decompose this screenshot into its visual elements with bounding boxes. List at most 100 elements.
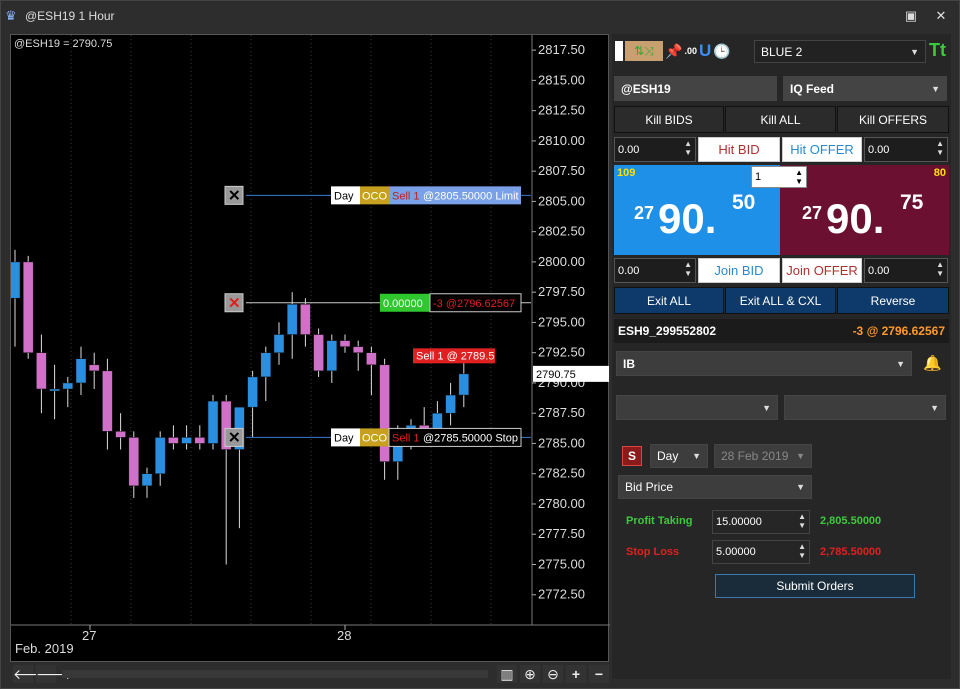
horizontal-scrollbar[interactable] bbox=[62, 670, 488, 678]
unit-icon[interactable]: U bbox=[699, 41, 711, 61]
candle-body bbox=[49, 388, 60, 392]
app-window: ♛ @ESH19 1 Hour ▣ ✕ 2817.50 2815.00 2812.5… bbox=[0, 0, 960, 689]
submit-orders-button[interactable]: Submit Orders bbox=[715, 574, 915, 598]
broker-value: IB bbox=[623, 356, 635, 371]
color-swatch-icon[interactable] bbox=[615, 41, 623, 61]
profit-taking-label: Profit Taking bbox=[626, 515, 693, 527]
maximize-button[interactable]: ▣ bbox=[901, 7, 921, 25]
limit-order-tif: Day bbox=[334, 190, 354, 202]
feed-value: IQ Feed bbox=[790, 81, 835, 96]
decimal-icon[interactable]: .00 bbox=[684, 46, 697, 56]
buy-sell-arrows-icon[interactable]: ⇅⤨ bbox=[625, 41, 663, 61]
chart-navigation-bar: 🡐 🡒 ▥ ⊕ ⊖ + − bbox=[10, 663, 609, 685]
price-tick-label: 2785.00 bbox=[538, 435, 585, 450]
s-button[interactable]: S bbox=[622, 446, 642, 466]
stepper-arrows-icon[interactable]: ▲ ▼ bbox=[936, 260, 944, 278]
profit-taking-value: 15.00000 bbox=[716, 516, 762, 528]
stepper-arrows-icon[interactable]: ▲ ▼ bbox=[684, 260, 692, 278]
stepper-arrows-icon[interactable]: ▲ ▼ bbox=[798, 542, 806, 560]
candle-body bbox=[379, 364, 390, 462]
color-scheme-value: BLUE 2 bbox=[761, 44, 803, 59]
join-offer-button[interactable]: Join OFFER bbox=[782, 258, 862, 283]
price-tick-label: 2812.50 bbox=[538, 103, 585, 118]
join-bid-button[interactable]: Join BID bbox=[698, 258, 780, 283]
stepper-arrows-icon[interactable]: ▲ ▼ bbox=[684, 139, 692, 157]
stepper-arrows-icon[interactable]: ▲ ▼ bbox=[798, 512, 806, 530]
kill-offers-button[interactable]: Kill OFFERS bbox=[837, 106, 949, 133]
ask-size: 80 bbox=[933, 167, 946, 179]
bid-price-main: 90. bbox=[658, 195, 717, 242]
stepper-arrows-icon[interactable]: ▲ ▼ bbox=[936, 139, 944, 157]
date-select[interactable]: 28 Feb 2019 ▼ bbox=[714, 444, 812, 468]
ask-price-main: 90. bbox=[826, 195, 885, 242]
price-tick-label: 2810.00 bbox=[538, 133, 585, 148]
clock-icon[interactable]: 🕒 bbox=[713, 43, 730, 60]
price-tick-label: 2772.50 bbox=[538, 587, 585, 602]
exit-all-button[interactable]: Exit ALL bbox=[614, 287, 724, 314]
candle-body bbox=[260, 352, 272, 378]
limit-order-type: OCO bbox=[362, 190, 388, 202]
symbol-input[interactable]: @ESH19 bbox=[614, 76, 777, 101]
hit-offer-button[interactable]: Hit OFFER bbox=[782, 137, 862, 162]
reverse-button[interactable]: Reverse bbox=[837, 287, 949, 314]
position-pnl: 0.00000 bbox=[383, 298, 423, 310]
profit-taking-stepper[interactable]: 15.00000 ▲ ▼ bbox=[712, 510, 810, 534]
join-bid-qty-stepper[interactable]: 0.00 ▲ ▼ bbox=[614, 258, 696, 283]
tif-value: Day bbox=[657, 449, 679, 463]
chevron-down-icon: ▼ bbox=[930, 402, 939, 413]
scroll-left-button[interactable]: 🡐 bbox=[13, 665, 51, 683]
candle-body bbox=[326, 340, 338, 372]
fit-view-icon[interactable]: ▥ bbox=[497, 665, 517, 683]
limit-order-side: Sell 1 bbox=[392, 190, 420, 202]
candle-body bbox=[11, 261, 21, 299]
hit-bid-qty-stepper[interactable]: 0.00 ▲ ▼ bbox=[614, 137, 696, 162]
hit-bid-button[interactable]: Hit BID bbox=[698, 137, 780, 162]
join-offer-qty-stepper[interactable]: 0.00 ▲ ▼ bbox=[864, 258, 948, 283]
text-tool-icon[interactable]: Tt bbox=[929, 40, 946, 61]
chevron-down-icon: ▼ bbox=[692, 451, 701, 461]
price-chart[interactable]: 2817.50 2815.00 2812.50 2810.00 2807.50 2805.… bbox=[10, 34, 610, 663]
zoom-out-icon[interactable]: ⊖ bbox=[543, 665, 563, 683]
ask-price-fraction: 75 bbox=[900, 191, 924, 214]
tif-select[interactable]: Day ▼ bbox=[650, 444, 708, 468]
exit-all-cxl-button[interactable]: Exit ALL & CXL bbox=[725, 287, 836, 314]
price-tick-label: 2792.50 bbox=[538, 345, 585, 360]
strategy-select[interactable]: ▼ bbox=[616, 395, 778, 420]
candle-body bbox=[181, 437, 192, 444]
account-select[interactable]: ▼ bbox=[784, 395, 946, 420]
feed-select[interactable]: IQ Feed ▼ bbox=[783, 76, 947, 101]
broker-select[interactable]: IB ▼ bbox=[616, 351, 912, 376]
scroll-right-button[interactable]: 🡒 bbox=[36, 665, 74, 683]
join-bid-qty-value: 0.00 bbox=[618, 264, 640, 277]
stop-loss-stepper[interactable]: 5.00000 ▲ ▼ bbox=[712, 540, 810, 564]
pin-icon[interactable]: 📌 bbox=[665, 43, 682, 60]
kill-all-button[interactable]: Kill ALL bbox=[725, 106, 836, 133]
color-scheme-select[interactable]: BLUE 2 ▼ bbox=[754, 40, 926, 63]
price-tick-label: 2797.50 bbox=[538, 284, 585, 299]
candle-body bbox=[154, 437, 166, 474]
price-tick-label: 2807.50 bbox=[538, 163, 585, 178]
stop-order-tif: Day bbox=[334, 432, 354, 444]
close-button[interactable]: ✕ bbox=[931, 7, 951, 25]
zoom-in-icon[interactable]: ⊕ bbox=[520, 665, 540, 683]
hit-offer-qty-stepper[interactable]: 0.00 ▲ ▼ bbox=[864, 137, 948, 162]
candle-body bbox=[313, 334, 324, 372]
stop-order-detail: @2785.50000 Stop bbox=[423, 432, 518, 444]
price-tick-label: 2782.50 bbox=[538, 466, 585, 481]
kill-bids-button[interactable]: Kill BIDS bbox=[614, 106, 724, 133]
hit-bid-qty-value: 0.00 bbox=[618, 143, 640, 156]
add-icon[interactable]: + bbox=[566, 665, 586, 683]
stop-order-cancel-icon: ✕ bbox=[228, 429, 241, 446]
candle-body bbox=[352, 346, 364, 353]
bell-icon[interactable]: 🔔 bbox=[923, 354, 942, 372]
chevron-down-icon: ▼ bbox=[796, 451, 805, 461]
symbol-readout: @ESH19 = 2790.75 bbox=[14, 38, 113, 50]
price-type-select[interactable]: Bid Price ▼ bbox=[618, 475, 812, 499]
candle-body bbox=[75, 358, 87, 384]
candle-body bbox=[300, 304, 311, 335]
minus-icon[interactable]: − bbox=[589, 665, 609, 683]
current-price-label: 2790.75 bbox=[536, 369, 576, 381]
chart-canvas[interactable]: 2817.50 2815.00 2812.50 2810.00 2807.50 2805.… bbox=[11, 35, 610, 663]
order-qty-stepper[interactable]: 1 ▲ ▼ bbox=[751, 166, 807, 188]
stepper-arrows-icon[interactable]: ▲ ▼ bbox=[795, 168, 803, 186]
